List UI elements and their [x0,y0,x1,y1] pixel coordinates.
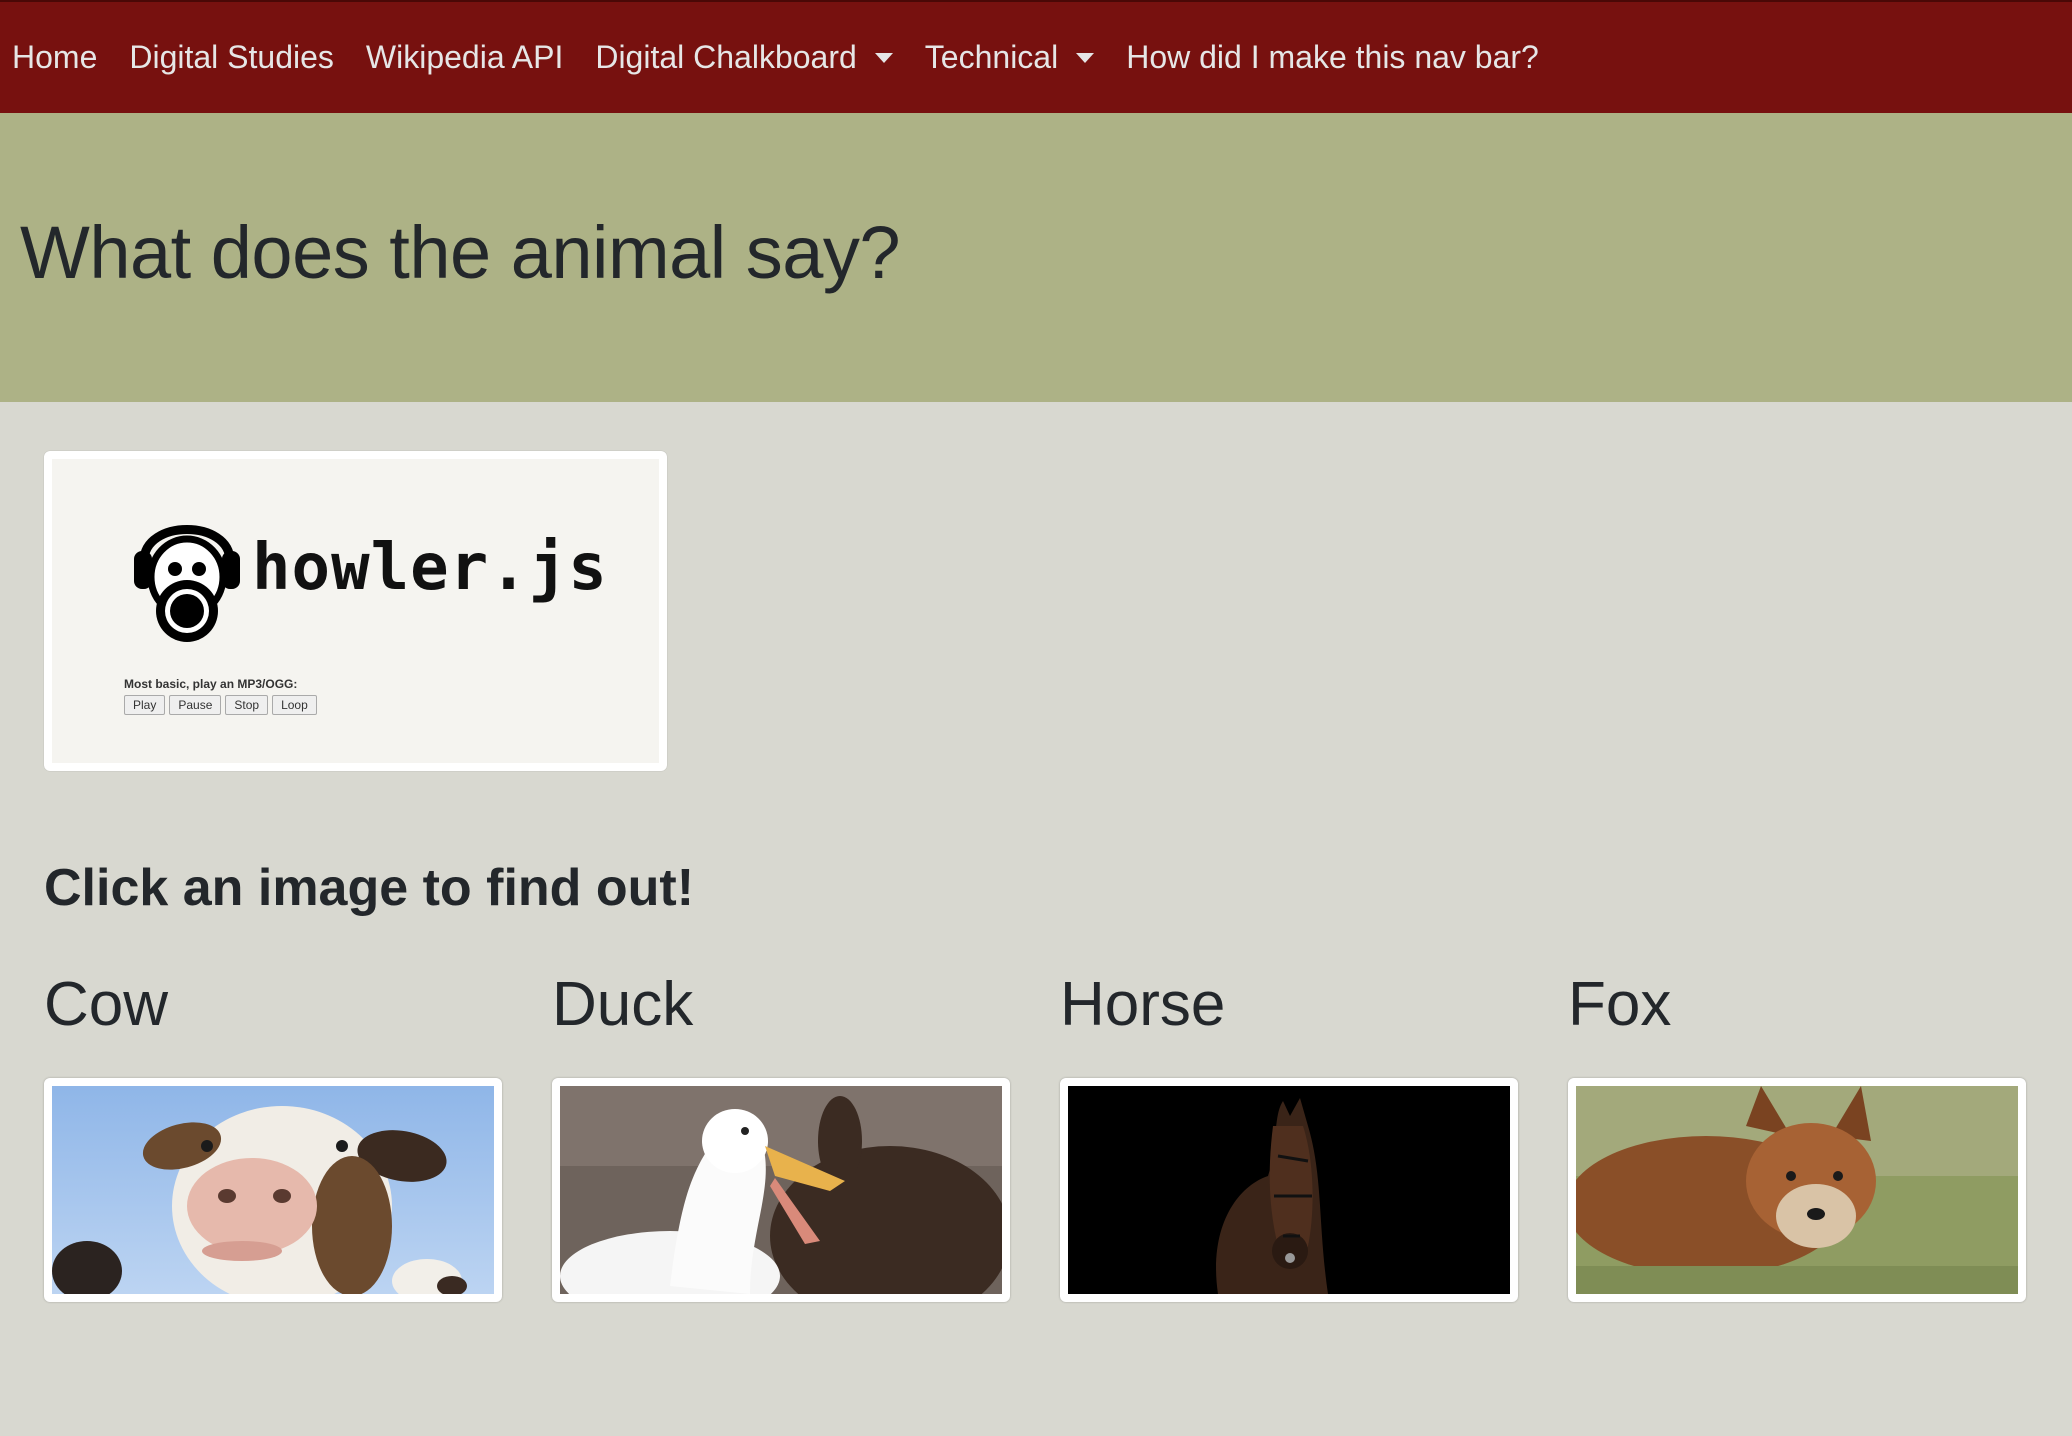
cow-photo [52,1086,494,1294]
caret-down-icon [874,52,893,63]
duck-image[interactable] [552,1078,1010,1302]
animal-name: Duck [552,970,694,1039]
play-button[interactable]: Play [124,695,166,715]
horse-photo [1068,1086,1510,1294]
howler-caption: Most basic, play an MP3/OGG: [124,677,298,691]
animal-card-duck: Duck [552,970,1012,1302]
top-navbar: Home Digital Studies Wikipedia API Digit… [0,0,2072,113]
animal-name: Fox [1568,970,1672,1039]
horse-image[interactable] [1060,1078,1518,1302]
howler-controls: Play Pause Stop Loop [124,695,317,715]
nav-how-nav-bar[interactable]: How did I make this nav bar? [1126,39,1539,76]
caret-down-icon [1076,52,1095,63]
pause-button[interactable]: Pause [169,695,222,715]
stop-button[interactable]: Stop [225,695,269,715]
nav-home-label: Home [12,39,98,75]
nav-home[interactable]: Home [12,39,97,76]
page-title: What does the animal say? [20,211,901,294]
howler-embed-card: howler.js Most basic, play an MP3/OGG: P… [44,451,667,771]
nav-wikipedia-api-label: Wikipedia API [365,39,564,75]
nav-digital-studies-label: Digital Studies [129,39,334,75]
animal-name: Cow [44,970,169,1039]
animal-card-horse: Horse [1060,970,1520,1302]
nav-technical-dropdown[interactable]: Technical [924,39,1095,76]
howler-logo-text: howler.js [252,531,608,605]
nav-how-nav-bar-label: How did I make this nav bar? [1126,39,1539,75]
fox-image[interactable] [1568,1078,2026,1302]
fox-photo [1576,1086,2018,1294]
nav-technical-label: Technical [924,39,1059,75]
nav-digital-chalkboard-label: Digital Chalkboard [595,39,857,75]
nav-wikipedia-api[interactable]: Wikipedia API [366,39,563,76]
headphone-monkey-logo-icon [134,525,240,642]
loop-button[interactable]: Loop [272,695,317,715]
instruction-heading: Click an image to find out! [44,859,695,917]
animal-name: Horse [1060,970,1226,1039]
cow-image[interactable] [44,1078,502,1302]
nav-digital-chalkboard-dropdown[interactable]: Digital Chalkboard [595,39,893,76]
animal-card-fox: Fox [1568,970,2028,1302]
animal-card-cow: Cow [44,970,504,1302]
duck-photo [560,1086,1002,1294]
nav-digital-studies[interactable]: Digital Studies [129,39,334,76]
